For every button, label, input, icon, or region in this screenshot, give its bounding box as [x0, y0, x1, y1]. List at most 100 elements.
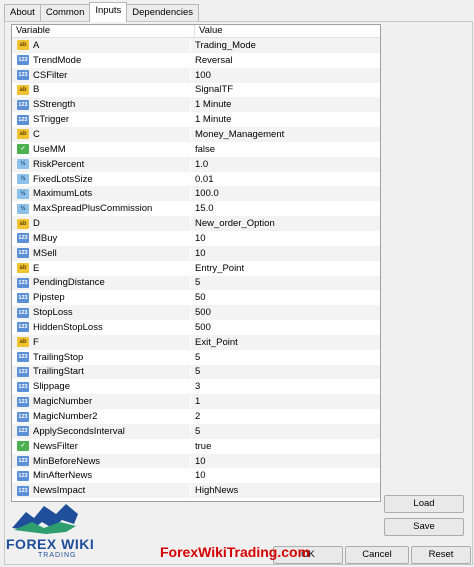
variable-cell: 123 MSell	[12, 245, 191, 261]
tab-inputs[interactable]: Inputs	[89, 2, 128, 22]
value-cell[interactable]: 1 Minute	[191, 97, 231, 112]
value-cell[interactable]: true	[191, 439, 211, 454]
value-cell[interactable]: 10	[191, 454, 206, 469]
value-cell[interactable]: 5	[191, 424, 200, 439]
string-type-icon: ab	[17, 129, 29, 140]
table-row[interactable]: ab F Exit_Point	[12, 334, 380, 350]
table-row[interactable]: 123 HiddenStopLoss 500	[12, 320, 380, 335]
variable-name: HiddenStopLoss	[33, 321, 103, 333]
table-row[interactable]: 123 MagicNumber2 2	[12, 409, 380, 424]
tab-dependencies[interactable]: Dependencies	[126, 4, 200, 21]
variable-name: UseMM	[33, 143, 66, 155]
table-row[interactable]: 123 MBuy 10	[12, 230, 380, 246]
value-cell[interactable]: 100.0	[191, 186, 219, 201]
reset-button[interactable]: Reset	[411, 546, 471, 564]
table-row[interactable]: ✓ UseMM false	[12, 141, 380, 157]
table-row[interactable]: ½ MaximumLots 100.0	[12, 186, 380, 202]
table-row[interactable]: 123 MinAfterNews 10	[12, 468, 380, 484]
value-cell[interactable]: 1.0	[191, 157, 208, 172]
cancel-button[interactable]: Cancel	[345, 546, 409, 564]
table-row[interactable]: 123 StopLoss 500	[12, 305, 380, 321]
value-cell[interactable]: New_order_Option	[191, 216, 275, 231]
table-row[interactable]: 123 MagicNumber 1	[12, 394, 380, 410]
table-row[interactable]: ✓ NewsFilter true	[12, 438, 380, 454]
value-cell[interactable]: 5	[191, 365, 200, 380]
value-cell[interactable]: 5	[191, 276, 200, 291]
value-cell[interactable]: SignalTF	[191, 83, 233, 98]
table-row[interactable]: 123 ApplySecondsInterval 5	[12, 423, 380, 439]
forexwiki-logo: FOREX WIKI TRADING	[4, 500, 99, 562]
save-button[interactable]: Save	[384, 518, 464, 536]
value-cell[interactable]: 500	[191, 305, 211, 320]
variable-name: MBuy	[33, 232, 58, 244]
variable-cell: 123 MinBeforeNews	[12, 453, 191, 469]
table-row[interactable]: ab A Trading_Mode	[12, 38, 380, 53]
value-cell[interactable]: 10	[191, 468, 206, 483]
table-row[interactable]: 123 Slippage 3	[12, 379, 380, 395]
value-cell[interactable]: 2	[191, 409, 200, 424]
variable-cell: 123 MagicNumber2	[12, 409, 191, 424]
variable-name: TrailingStop	[33, 351, 84, 363]
integer-type-icon: 123	[17, 233, 29, 244]
value-cell[interactable]: Exit_Point	[191, 335, 238, 350]
table-row[interactable]: ½ MaxSpreadPlusCommission 15.0	[12, 201, 380, 217]
value-cell[interactable]: 0.01	[191, 172, 214, 187]
value-cell[interactable]: 1 Minute	[191, 112, 231, 127]
watermark-text: ForexWikiTrading.com	[160, 544, 311, 560]
table-row[interactable]: 123 STrigger 1 Minute	[12, 112, 380, 128]
table-row[interactable]: 123 TrailingStart 5	[12, 364, 380, 380]
column-header-variable[interactable]: Variable	[12, 25, 195, 37]
table-row[interactable]: 123 CSFilter 100	[12, 67, 380, 83]
value-cell[interactable]: 10	[191, 246, 206, 261]
table-row[interactable]: 123 NewsImpact HighNews	[12, 483, 380, 499]
value-cell[interactable]: Reversal	[191, 53, 233, 68]
table-row[interactable]: 123 SStrength 1 Minute	[12, 97, 380, 113]
value-cell[interactable]: false	[191, 142, 215, 157]
value-cell[interactable]: 5	[191, 350, 200, 365]
table-row[interactable]: ½ FixedLotsSize 0.01	[12, 171, 380, 187]
table-row[interactable]: 123 MSell 10	[12, 245, 380, 261]
variable-name: PendingDistance	[33, 277, 105, 289]
variable-cell: ½ RiskPercent	[12, 156, 191, 172]
value-cell[interactable]: 500	[191, 320, 211, 335]
integer-type-icon: 123	[17, 456, 29, 467]
variable-name: CSFilter	[33, 69, 68, 81]
value-cell[interactable]: Money_Management	[191, 127, 284, 142]
variable-name: ApplySecondsInterval	[33, 425, 125, 437]
value-cell[interactable]: Trading_Mode	[191, 38, 256, 53]
tab-common[interactable]: Common	[39, 4, 91, 21]
variable-name: SStrength	[33, 99, 76, 111]
table-row[interactable]: 123 PendingDistance 5	[12, 275, 380, 291]
table-row[interactable]: ab E Entry_Point	[12, 260, 380, 276]
value-cell[interactable]: 1	[191, 394, 200, 409]
value-cell[interactable]: HighNews	[191, 483, 238, 498]
table-body: ab A Trading_Mode 123 TrendMode Reversal 123 CS…	[12, 38, 380, 499]
column-header-value[interactable]: Value	[195, 25, 223, 37]
logo-sub-text: TRADING	[38, 552, 77, 559]
value-cell[interactable]: 50	[191, 290, 206, 305]
value-cell[interactable]: 10	[191, 231, 206, 246]
load-button[interactable]: Load	[384, 495, 464, 513]
value-cell[interactable]: 3	[191, 379, 200, 394]
variable-name: FixedLotsSize	[33, 173, 93, 185]
table-row[interactable]: ab B SignalTF	[12, 82, 380, 98]
variable-cell: ½ MaximumLots	[12, 186, 191, 202]
table-row[interactable]: 123 MinBeforeNews 10	[12, 453, 380, 469]
table-row[interactable]: ab C Money_Management	[12, 127, 380, 142]
variable-cell: 123 TrendMode	[12, 52, 191, 68]
table-row[interactable]: 123 Pipstep 50	[12, 290, 380, 306]
integer-type-icon: 123	[17, 396, 29, 407]
value-cell[interactable]: 15.0	[191, 201, 214, 216]
integer-type-icon: 123	[17, 470, 29, 481]
tab-about[interactable]: About	[4, 4, 41, 21]
table-row[interactable]: 123 TrendMode Reversal	[12, 52, 380, 68]
variable-cell: ½ FixedLotsSize	[12, 171, 191, 187]
variable-name: RiskPercent	[33, 158, 85, 170]
integer-type-icon: 123	[17, 485, 29, 496]
value-cell[interactable]: 100	[191, 68, 211, 83]
table-row[interactable]: ab D New_order_Option	[12, 216, 380, 231]
table-row[interactable]: ½ RiskPercent 1.0	[12, 156, 380, 172]
table-row[interactable]: 123 TrailingStop 5	[12, 349, 380, 365]
value-cell[interactable]: Entry_Point	[191, 261, 244, 276]
variable-cell: 123 STrigger	[12, 112, 191, 128]
